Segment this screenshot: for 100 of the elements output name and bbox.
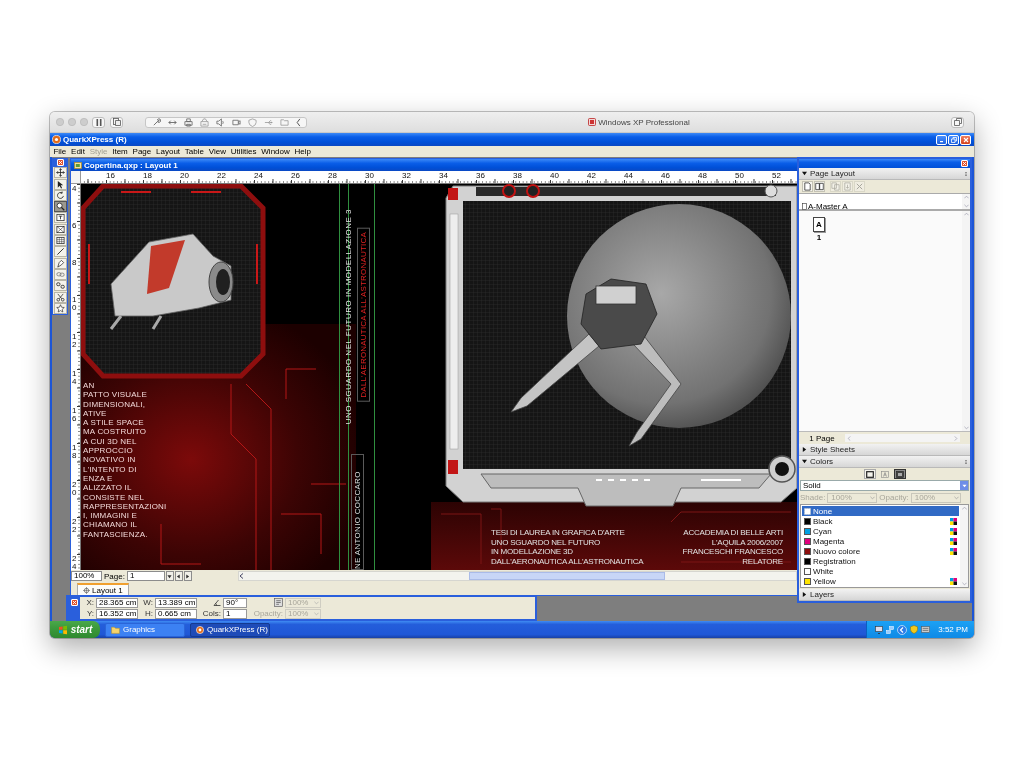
star-icon [55, 303, 65, 313]
page-field[interactable]: 1 [126, 571, 165, 581]
measurement-field[interactable]: 1 [223, 608, 247, 619]
rotate-tool-button[interactable] [53, 189, 67, 201]
menu-item[interactable]: Layout [153, 146, 183, 157]
background-color-button[interactable] [893, 469, 906, 479]
start-button[interactable]: start [50, 621, 100, 638]
text-lines-icon[interactable] [274, 598, 283, 607]
shield-icon[interactable] [247, 117, 257, 127]
wrench-icon[interactable] [151, 117, 161, 127]
scissors-tool-button[interactable] [53, 291, 67, 303]
color-list-item[interactable]: Yellow [802, 576, 959, 586]
snapshot-button[interactable] [110, 116, 123, 128]
measurement-field[interactable]: 0.665 cm [155, 608, 197, 619]
menu-item[interactable]: File [51, 146, 69, 157]
scroll-left-icon[interactable] [238, 573, 244, 579]
restore-button[interactable] [948, 134, 959, 145]
minimize-button[interactable] [936, 134, 947, 145]
monitor-icon[interactable] [875, 625, 884, 634]
menu-item[interactable]: View [206, 146, 229, 157]
page-thumbnail[interactable]: A [813, 217, 825, 232]
scrollbar-thumb[interactable] [468, 572, 665, 580]
bezier-tool-button[interactable] [53, 257, 67, 269]
facing-pages-button[interactable] [814, 181, 825, 192]
angle-icon [213, 599, 221, 606]
menu-item[interactable]: Edit [68, 146, 88, 157]
ruler-number: 42 [587, 171, 596, 180]
fullscreen-button[interactable] [951, 116, 964, 128]
keyboard-icon[interactable] [921, 626, 931, 633]
camera-icon[interactable] [231, 117, 241, 127]
color-list-item[interactable]: Nuovo colore [802, 546, 959, 556]
printer-icon[interactable] [183, 117, 193, 127]
chevron-left-icon[interactable] [295, 117, 301, 127]
unlinking-tool-button[interactable] [53, 280, 67, 292]
menu-item[interactable]: Utilities [228, 146, 259, 157]
close-button[interactable] [961, 160, 968, 167]
color-list-item[interactable]: Cyan [802, 526, 959, 536]
double-arrow-icon[interactable] [167, 117, 177, 127]
previous-page-button[interactable] [174, 571, 183, 581]
close-button[interactable] [70, 599, 78, 606]
color-list-item[interactable]: Magenta [802, 536, 959, 546]
menu-item[interactable]: Table [182, 146, 207, 157]
master-page-item[interactable]: A-Master A [802, 202, 848, 211]
crosshair-icon [83, 586, 90, 594]
layout-tab[interactable]: Layout 1 [77, 583, 129, 595]
section-header[interactable]: Page Layout [799, 168, 970, 180]
caret-down-icon [314, 611, 319, 616]
color-list-item[interactable]: None [802, 506, 959, 516]
blank-page-button[interactable] [802, 181, 813, 192]
taskbar-button[interactable]: QuarkXPress (R) [190, 622, 270, 637]
menu-item[interactable]: Page [130, 146, 154, 157]
color-list-item[interactable]: Registration [802, 556, 959, 566]
close-button[interactable] [56, 159, 64, 166]
measurement-field[interactable]: 13.389 cm [155, 597, 197, 608]
section-header[interactable]: Style Sheets [799, 444, 970, 456]
starburst-tool-button[interactable] [53, 302, 67, 314]
content-tool-button[interactable] [53, 178, 67, 190]
measurement-field[interactable]: 16.352 cm [96, 608, 138, 619]
close-button[interactable] [960, 134, 971, 145]
next-page-button[interactable] [183, 571, 192, 581]
restore-icon [950, 136, 957, 143]
taskbar-button[interactable]: Graphics [105, 622, 185, 637]
zoom-field[interactable]: 100% [71, 571, 102, 581]
linking-tool-button[interactable] [53, 268, 67, 280]
page-menu-button[interactable] [165, 571, 174, 581]
section-header[interactable]: Colors [799, 456, 970, 468]
item-tool-button[interactable] [53, 167, 67, 179]
document-title: Copertina.qxp : Layout 1 [84, 160, 178, 170]
speaker-icon[interactable] [215, 117, 225, 127]
vertical-title: UNO SGUARDO NEL FUTURO IN MODELLAZIONE 3 [343, 208, 354, 424]
folder-icon[interactable] [279, 117, 289, 127]
measurement-field[interactable]: 28.365 cm [96, 597, 138, 608]
section-header[interactable]: Layers [799, 589, 970, 601]
scanner-icon[interactable] [199, 117, 209, 127]
line-tool-button[interactable] [53, 246, 67, 258]
page-number: 1 [816, 233, 822, 242]
footer-text: TESI DI LAUREA IN GRAFICA D'ARTE [491, 528, 625, 538]
menu-item[interactable]: Window [258, 146, 293, 157]
menu-item[interactable]: Item [109, 146, 131, 157]
picture-box-tool-button[interactable] [53, 223, 67, 235]
fill-type-dropdown[interactable]: Solid [800, 480, 969, 491]
table-tool-button[interactable] [53, 235, 67, 247]
text-box-tool-button[interactable] [53, 212, 67, 224]
color-list-item[interactable]: Black [802, 516, 959, 526]
frame-icon [865, 470, 874, 478]
zoom-tool-button[interactable] [53, 201, 67, 213]
ruler-number: 50 [735, 171, 744, 180]
frame-color-button[interactable] [863, 469, 876, 479]
color-list-item[interactable]: White [802, 566, 959, 576]
usb-icon[interactable] [263, 117, 273, 127]
ruler-number: 36 [476, 171, 485, 180]
horizontal-scrollbar[interactable] [237, 571, 797, 581]
four-arrows-icon [55, 168, 65, 178]
shield-icon[interactable] [910, 625, 919, 634]
menu-item[interactable]: Help [292, 146, 314, 157]
app-logo-icon [196, 625, 204, 634]
ruler-corner[interactable] [71, 171, 81, 184]
angle-field[interactable]: 90° [223, 597, 247, 608]
pause-button[interactable] [92, 116, 105, 128]
caret-down-icon [314, 600, 319, 605]
